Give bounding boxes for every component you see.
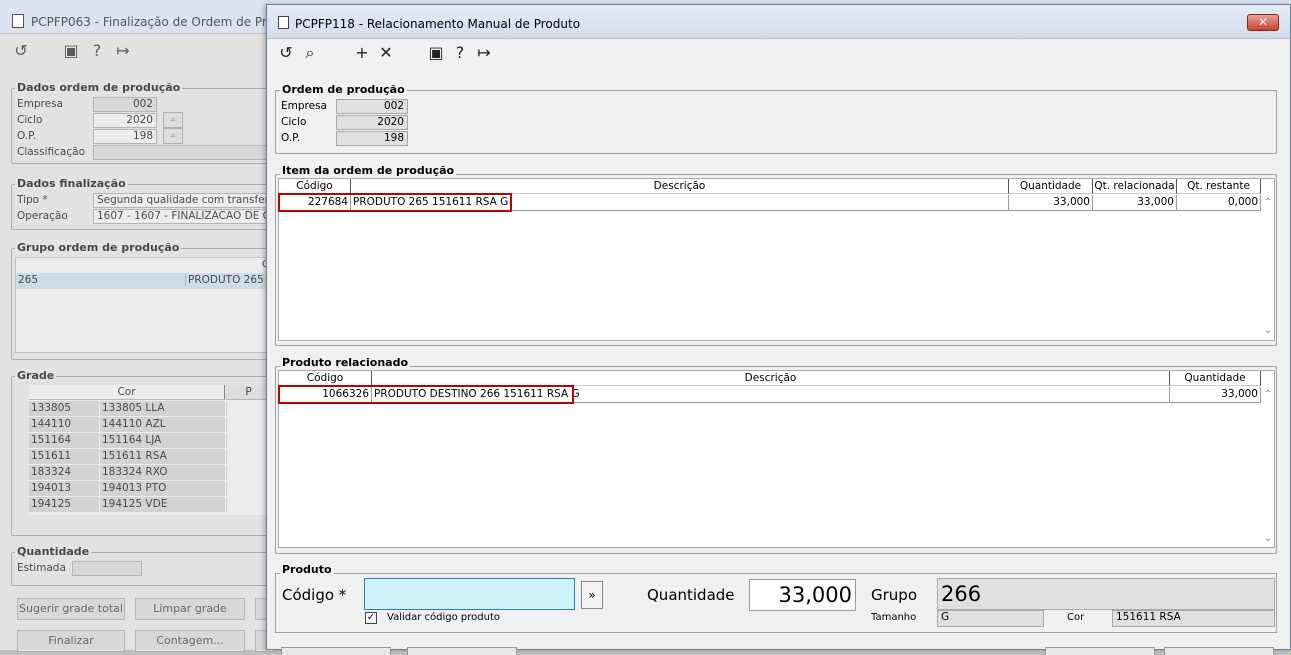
col-header-descricao[interactable]: Descrição [351, 179, 1009, 194]
op-field: 198 [336, 131, 408, 146]
scroll-down-icon[interactable]: ⌄ [1261, 325, 1275, 336]
calendar-icon[interactable]: ▣ [425, 43, 447, 63]
codigo-lookup-button[interactable]: » [581, 581, 603, 609]
item-ordem-legend: Item da ordem de produção [280, 164, 457, 177]
dialog-toolbar: ↺ ⌕ + ✕ ▣ ? ↦ [275, 43, 515, 67]
ordem-producao-legend: Ordem de produção [280, 83, 407, 96]
chevron-right-icon: » [588, 588, 596, 602]
empresa-field: 002 [336, 99, 408, 114]
col-header-descricao[interactable]: Descrição [372, 371, 1170, 386]
codigo-input[interactable] [364, 578, 575, 610]
codigo-label: Código * [282, 586, 347, 604]
check-icon: ✓ [366, 612, 376, 623]
footer-button-4[interactable] [1164, 647, 1274, 655]
refresh-icon[interactable]: ↺ [275, 43, 297, 63]
produto-relacionado-legend: Produto relacionado [280, 356, 411, 369]
close-button[interactable]: ✕ [1247, 14, 1279, 31]
col-header-codigo[interactable]: Código [279, 179, 351, 194]
quantidade-input[interactable]: 33,000 [749, 579, 856, 611]
footer-button-1[interactable] [281, 647, 391, 655]
scroll-up-icon[interactable]: ⌃ [1261, 197, 1275, 208]
cell-quantidade: 33,000 [1009, 195, 1093, 211]
dialog-titlebar: PCPFP118 - Relacionamento Manual de Prod… [267, 5, 1290, 39]
cell-qt-restante: 0,000 [1177, 195, 1261, 211]
exit-icon[interactable]: ↦ [473, 43, 495, 63]
validar-label[interactable]: Validar código produto [387, 612, 500, 623]
col-header-quantidade[interactable]: Quantidade [1009, 179, 1093, 194]
col-header-qt-relacionada[interactable]: Qt. relacionada [1093, 179, 1177, 194]
highlight-produto-row [278, 385, 574, 404]
op-label: O.P. [281, 132, 301, 144]
dialog-title: PCPFP118 - Relacionamento Manual de Prod… [295, 17, 581, 31]
cell-quantidade: 33,000 [1170, 387, 1261, 403]
footer-button-2[interactable] [407, 647, 517, 655]
grupo-field: 266 [937, 578, 1275, 610]
search-icon[interactable]: ⌕ [299, 43, 321, 63]
document-icon [12, 14, 24, 28]
quantidade-label: Quantidade [647, 586, 735, 604]
col-header-codigo[interactable]: Código [279, 371, 372, 386]
grupo-label: Grupo [871, 586, 917, 604]
cor-label: Cor [1067, 612, 1085, 623]
cell-qt-relacionada: 33,000 [1093, 195, 1177, 211]
ciclo-label: Ciclo [281, 116, 307, 128]
help-icon[interactable]: ? [449, 43, 471, 63]
cor-field: 151611 RSA [1112, 610, 1275, 627]
empresa-label: Empresa [281, 100, 327, 112]
add-icon[interactable]: + [351, 43, 373, 63]
background-dim-overlay [0, 34, 266, 650]
scroll-down-icon[interactable]: ⌄ [1261, 533, 1275, 544]
ciclo-field: 2020 [336, 115, 408, 130]
delete-icon[interactable]: ✕ [375, 43, 397, 63]
document-icon [278, 16, 289, 29]
footer-button-3[interactable] [1045, 647, 1155, 655]
close-icon: ✕ [1257, 15, 1269, 29]
tamanho-field: G [937, 610, 1044, 627]
ordem-producao-group [275, 90, 1277, 154]
scroll-up-icon[interactable]: ⌃ [1261, 389, 1275, 400]
produto-legend: Produto [280, 563, 334, 576]
validar-checkbox[interactable]: ✓ [365, 612, 377, 624]
tamanho-label: Tamanho [871, 612, 917, 623]
col-header-qt-restante[interactable]: Qt. restante [1177, 179, 1261, 194]
relacionamento-dialog: PCPFP118 - Relacionamento Manual de Prod… [266, 4, 1291, 655]
highlight-item-row [278, 193, 512, 212]
col-header-quantidade[interactable]: Quantidade [1170, 371, 1261, 386]
